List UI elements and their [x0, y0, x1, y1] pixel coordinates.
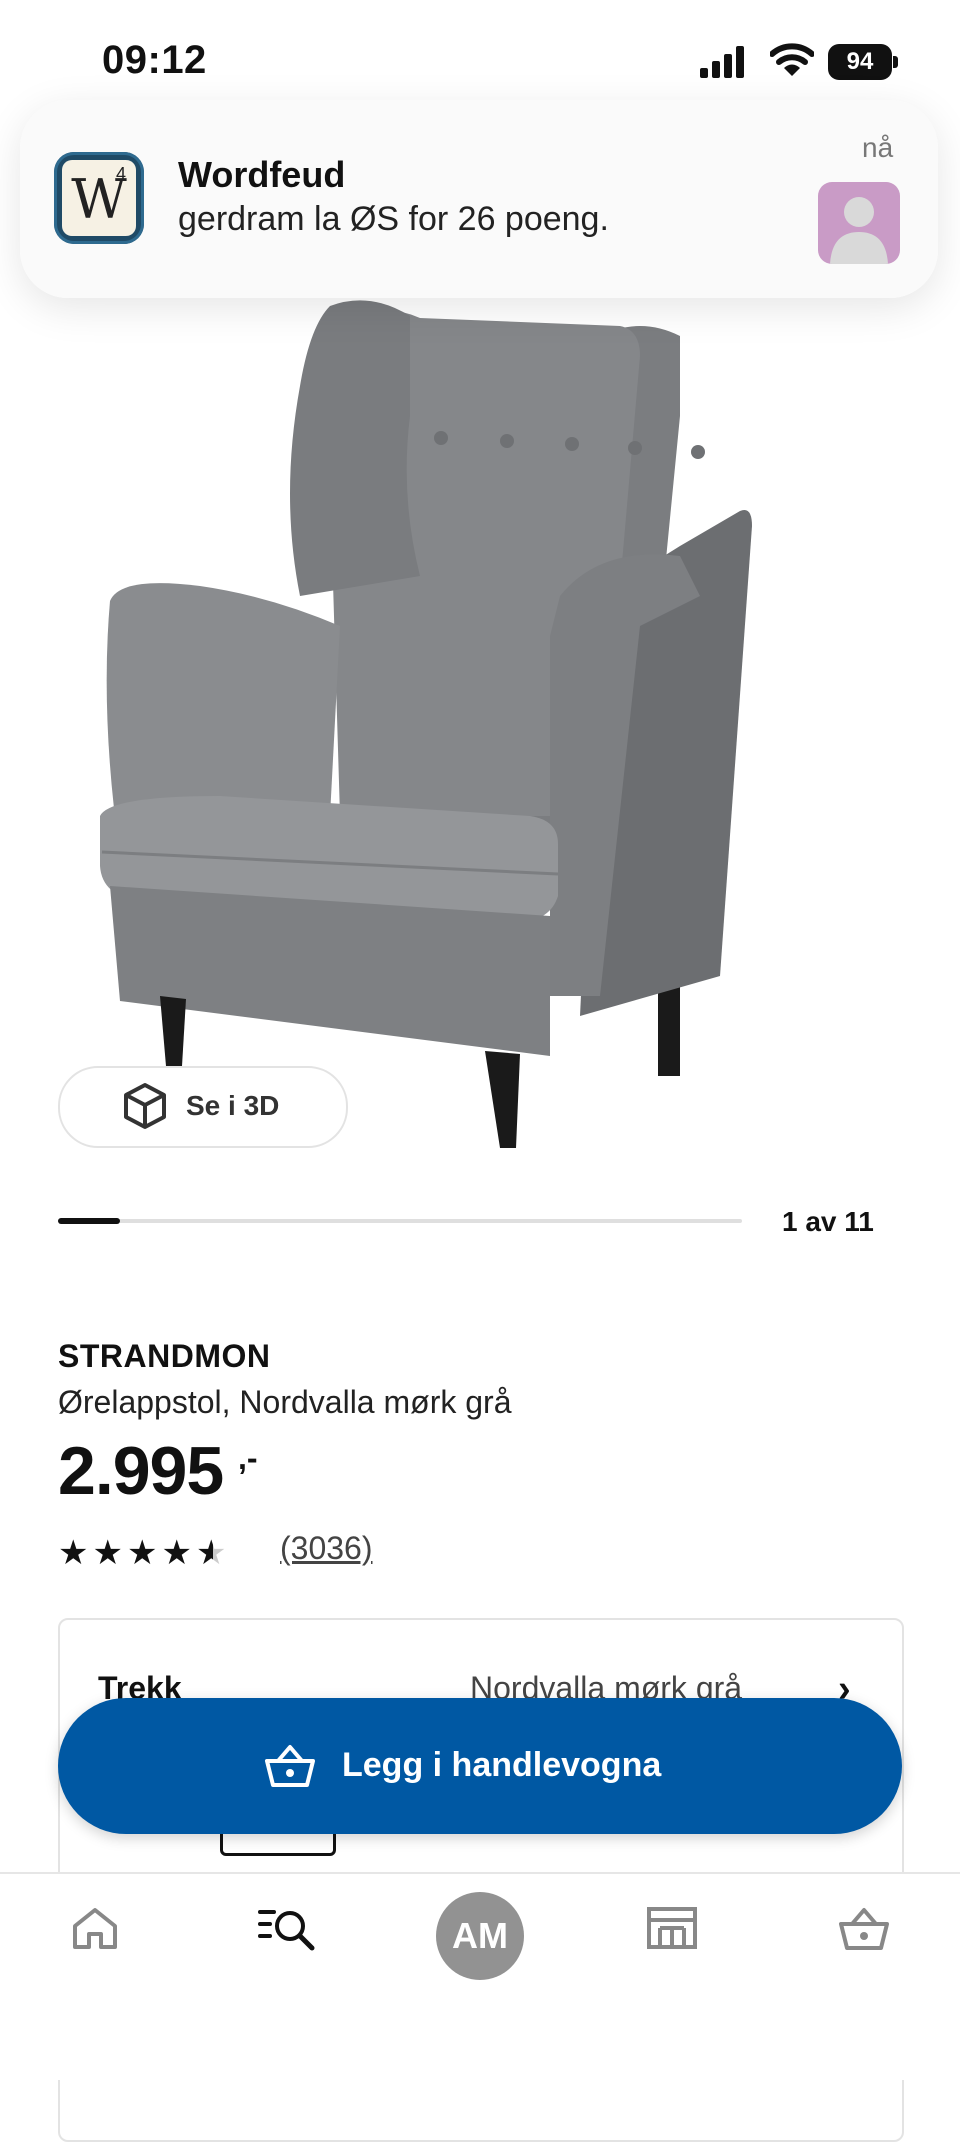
shopping-basket-icon [265, 1745, 315, 1787]
star-icons: ★★★★★ [58, 1534, 230, 1572]
carousel-progress-fill [58, 1218, 120, 1224]
star-icon: ★ [161, 1534, 196, 1572]
price-suffix: ,- [238, 1440, 258, 1476]
star-icon: ★ [92, 1534, 127, 1572]
star-icon: ★ [126, 1534, 162, 1572]
product-image[interactable] [80, 296, 880, 1156]
search-list-icon[interactable] [258, 1906, 316, 1952]
cellular-signal-icon [700, 46, 744, 78]
review-count-link[interactable]: (3036) [280, 1530, 373, 1567]
app-icon-superscript: 4 [116, 164, 127, 184]
battery-indicator: 94 [828, 44, 892, 80]
notification-time: nå [862, 132, 894, 163]
notification-avatar [818, 182, 900, 264]
star-icon: ★ [195, 1534, 231, 1572]
person-silhouette-icon [830, 197, 888, 264]
home-icon[interactable] [72, 1906, 118, 1950]
profile-avatar[interactable]: AM [436, 1892, 524, 1980]
see-in-3d-label: Se i 3D [186, 1090, 280, 1121]
notification-app-name: Wordfeud [178, 154, 346, 195]
add-to-cart-label: Legg i handlevogna [342, 1746, 662, 1784]
product-name: STRANDMON [58, 1338, 271, 1374]
carousel-progress-track [58, 1219, 742, 1223]
battery-cap [893, 56, 898, 68]
product-description: Ørelappstol, Nordvalla mørk grå [58, 1384, 512, 1420]
rating-stars: ★★★★★ [58, 1533, 230, 1573]
product-price: 2.995 [58, 1433, 224, 1509]
wifi-icon [770, 43, 814, 76]
carousel-counter: 1 av 11 [782, 1206, 874, 1237]
status-time: 09:12 [102, 38, 207, 82]
notification-banner[interactable] [20, 100, 938, 298]
cart-icon[interactable] [838, 1906, 890, 1952]
cube-3d-icon [124, 1083, 166, 1129]
star-icon: ★ [58, 1534, 93, 1572]
store-icon[interactable] [646, 1906, 698, 1950]
notification-message: gerdram la ØS for 26 poeng. [178, 200, 609, 238]
